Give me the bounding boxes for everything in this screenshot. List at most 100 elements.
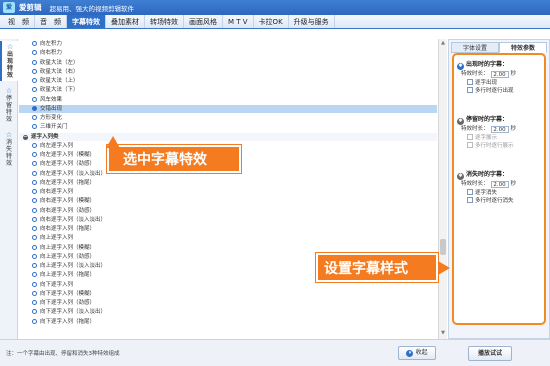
- collapse-label: 收起: [415, 349, 428, 356]
- stay-by-char-option[interactable]: 逐字展示: [457, 134, 543, 142]
- callout-set-style: 设置字幕样式: [316, 253, 450, 282]
- star-icon: ☆: [5, 131, 13, 139]
- list-item-label: 逐字入列类: [31, 133, 59, 140]
- option-label: 多行时逐行出现: [475, 88, 514, 94]
- list-item[interactable]: 向左积力: [19, 40, 437, 48]
- unit-label: 秒: [510, 71, 517, 77]
- radio-icon: [32, 189, 37, 194]
- checkbox[interactable]: [467, 142, 473, 148]
- title-bar: 爱 爱剪辑 超易用、强大的视频剪辑软件: [0, 0, 550, 15]
- app-slogan: 超易用、强大的视频剪辑软件: [49, 4, 135, 13]
- menu-video[interactable]: 视 频: [3, 15, 35, 28]
- tab-stay-effects[interactable]: ☆ 停留特效: [0, 85, 18, 125]
- list-item-label: 向左积力: [40, 41, 63, 47]
- arrow-right-icon: [438, 261, 450, 275]
- checkbox[interactable]: [467, 134, 473, 140]
- menu-subtitle-effects[interactable]: 字幕特效: [67, 15, 106, 28]
- menu-transition[interactable]: 转场特效: [145, 15, 184, 28]
- scroll-up-icon[interactable]: ▲: [440, 40, 446, 46]
- gear-icon: ✱: [457, 118, 464, 125]
- stay-by-line-option[interactable]: 多行时逐行展示: [457, 142, 543, 150]
- menu-overlay[interactable]: 叠加素材: [106, 15, 145, 28]
- checkbox[interactable]: [467, 87, 473, 93]
- list-item-label: 向左逐字入列（拖尾）: [40, 179, 96, 186]
- list-item[interactable]: 向左逐字入列（拖尾）: [19, 179, 437, 187]
- list-item-label: 砍星大法（右）: [40, 68, 79, 75]
- list-item[interactable]: 向右逐字入列: [19, 188, 437, 196]
- list-item[interactable]: 向右逐字入列（劲感）: [19, 207, 437, 215]
- main-menu-bar: 视 频 音 频 字幕特效 叠加素材 转场特效 画面风格 M T V 卡拉OK 升…: [0, 15, 550, 29]
- radio-icon: [32, 179, 37, 185]
- disappear-duration-input[interactable]: 2.00: [490, 181, 509, 188]
- list-item-label: 向右逐字入列（拖尾）: [40, 226, 96, 232]
- option-label: 多行时逐行消失: [475, 198, 514, 204]
- list-item-label: 三维开关门: [40, 124, 68, 131]
- menu-upgrade-service[interactable]: 升级与服务: [289, 15, 335, 28]
- collapse-button[interactable]: ▾ 收起: [398, 346, 436, 360]
- menu-picture-style[interactable]: 画面风格: [184, 15, 223, 28]
- star-icon: ☆: [6, 43, 14, 51]
- radio-icon: [32, 300, 37, 305]
- appear-duration-input[interactable]: 2.00: [490, 71, 509, 78]
- radio-icon: [32, 235, 37, 241]
- menu-mtv[interactable]: M T V: [223, 15, 254, 28]
- appear-title: 出现时的字幕：: [466, 61, 509, 68]
- list-item[interactable]: 砍星大法（下）: [19, 86, 437, 94]
- list-item-label: 向右积力: [40, 50, 63, 57]
- list-item[interactable]: 向下逐字入列（模糊）: [19, 290, 437, 298]
- list-item[interactable]: 方形变化: [19, 114, 437, 122]
- radio-icon: [32, 198, 37, 204]
- scroll-down-icon[interactable]: ▼: [440, 330, 446, 336]
- list-item[interactable]: 交错出现: [19, 104, 437, 113]
- list-item[interactable]: 砍星大法（左）: [19, 59, 437, 67]
- tab-label: 消失特效: [5, 139, 12, 167]
- radio-icon: [32, 170, 37, 176]
- list-item[interactable]: 向上逐字入列: [19, 234, 437, 242]
- disappear-by-line-option[interactable]: 多行时逐行消失: [457, 197, 543, 205]
- stay-duration-input[interactable]: 2.00: [490, 126, 509, 133]
- list-item[interactable]: 向右逐字入列（淡入淡出）: [19, 216, 437, 224]
- tab-effect-params[interactable]: 特效参数: [499, 42, 547, 53]
- list-item-label: 向上逐字入列（淡入淡出）: [40, 263, 107, 269]
- list-group-header[interactable]: − 逐字入列类: [19, 132, 437, 141]
- tab-disappear-effects[interactable]: ☆ 消失特效: [0, 129, 18, 169]
- radio-icon: [32, 207, 37, 213]
- unit-label: 秒: [510, 126, 517, 132]
- list-item-label: 向左逐字入列（模糊）: [40, 152, 96, 158]
- tab-font-settings[interactable]: 字体设置: [451, 42, 499, 53]
- effect-params-panel: 字体设置 特效参数 ✱ 出现时的字幕： 特效时长： 2.00 秒 逐字出现 多行时逐行…: [448, 39, 550, 339]
- list-item[interactable]: 砍星大法（上）: [19, 77, 437, 85]
- list-item[interactable]: 向上逐字入列（模糊）: [19, 244, 437, 252]
- list-item[interactable]: 向下逐字入列（淡入淡出）: [19, 308, 437, 316]
- checkbox[interactable]: [467, 79, 473, 85]
- radio-icon: [32, 152, 37, 157]
- list-item-label: 风车效果: [40, 96, 63, 103]
- preview-button[interactable]: 播放试试: [468, 346, 512, 361]
- appear-by-line-option[interactable]: 多行时逐行出现: [457, 87, 543, 95]
- list-item[interactable]: 向下逐字入列（劲感）: [19, 299, 437, 307]
- stay-title: 停留时的字幕：: [466, 116, 509, 123]
- callout-text: 设置字幕样式: [324, 260, 408, 277]
- list-item[interactable]: 向右逐字入列（模糊）: [19, 197, 437, 205]
- list-scrollbar[interactable]: ▲ ▼: [438, 39, 447, 339]
- option-label: 多行时逐行展示: [475, 143, 514, 149]
- list-item[interactable]: 三维开关门: [19, 123, 437, 131]
- appear-by-char-option[interactable]: 逐字出现: [457, 79, 543, 87]
- checkbox[interactable]: [467, 189, 473, 195]
- list-item[interactable]: 向右逐字入列（拖尾）: [19, 225, 437, 233]
- list-item[interactable]: 向右积力: [19, 49, 437, 57]
- list-item[interactable]: 风车效果: [19, 96, 437, 104]
- list-item[interactable]: 向下逐字入列（拖尾）: [19, 318, 437, 326]
- radio-icon: [32, 50, 37, 56]
- gear-icon: ✱: [457, 173, 464, 180]
- list-item[interactable]: 砍星大法（右）: [19, 68, 437, 76]
- disappear-by-char-option[interactable]: 逐字消失: [457, 189, 543, 197]
- radio-icon: [32, 272, 37, 278]
- menu-karaoke[interactable]: 卡拉OK: [254, 15, 289, 28]
- radio-icon: [32, 87, 37, 93]
- option-label: 逐字出现: [475, 80, 498, 86]
- scroll-thumb[interactable]: [440, 239, 446, 255]
- checkbox[interactable]: [467, 197, 473, 203]
- menu-audio[interactable]: 音 频: [35, 15, 67, 28]
- tab-appear-effects[interactable]: ☆ 出现特效: [0, 41, 18, 81]
